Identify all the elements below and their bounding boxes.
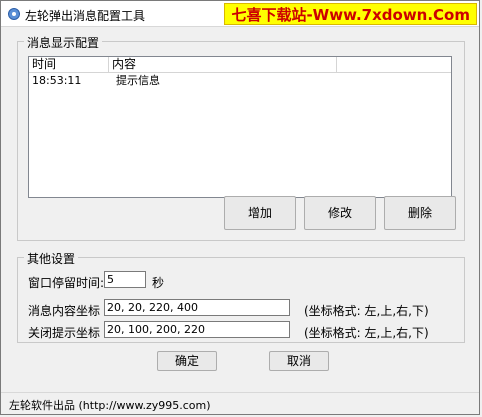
- edit-button[interactable]: 修改: [304, 196, 376, 230]
- status-text: 左轮软件出品 (http://www.zy995.com): [9, 399, 211, 412]
- dwell-time-input[interactable]: 5: [104, 271, 146, 288]
- other-settings-group-label: 其他设置: [24, 250, 79, 267]
- message-config-group-label: 消息显示配置: [24, 34, 103, 51]
- content-coord-hint: (坐标格式: 左,上,右,下): [304, 304, 429, 318]
- other-settings-group: 其他设置 窗口停留时间: 5 秒 消息内容坐标 20, 20, 220, 400…: [17, 250, 465, 343]
- close-coord-label: 关闭提示坐标: [28, 326, 101, 340]
- column-header-spacer: [337, 57, 451, 72]
- watermark-banner: 七喜下载站-Www.7xdown.Com: [224, 3, 477, 25]
- title-bar: 左轮弹出消息配置工具 七喜下载站-Www.7xdown.Com: [1, 1, 479, 27]
- close-coord-hint: (坐标格式: 左,上,右,下): [304, 326, 429, 340]
- dwell-time-unit: 秒: [152, 276, 165, 290]
- list-item-time: 18:53:11: [32, 74, 82, 87]
- ok-button[interactable]: 确定: [157, 351, 217, 371]
- add-button[interactable]: 增加: [224, 196, 296, 230]
- content-coord-label: 消息内容坐标: [28, 304, 101, 318]
- dwell-time-label: 窗口停留时间:: [28, 276, 105, 290]
- status-bar: 左轮软件出品 (http://www.zy995.com): [1, 392, 479, 414]
- delete-button[interactable]: 删除: [384, 196, 456, 230]
- column-header-content[interactable]: 内容: [109, 57, 337, 72]
- message-list[interactable]: 时间 内容 18:53:11 提示信息: [28, 56, 452, 198]
- message-config-group: 消息显示配置 时间 内容 18:53:11 提示信息 增加 修改 删除: [17, 34, 465, 241]
- cancel-button[interactable]: 取消: [269, 351, 329, 371]
- list-item[interactable]: 18:53:11 提示信息: [29, 73, 451, 88]
- app-gear-icon: [8, 8, 20, 20]
- window-title: 左轮弹出消息配置工具: [25, 9, 146, 23]
- column-header-time[interactable]: 时间: [29, 57, 109, 72]
- close-coord-input[interactable]: 20, 100, 200, 220: [104, 321, 290, 338]
- app-window: 左轮弹出消息配置工具 七喜下载站-Www.7xdown.Com 消息显示配置 时…: [0, 0, 480, 415]
- list-item-content: 提示信息: [116, 74, 160, 87]
- content-coord-input[interactable]: 20, 20, 220, 400: [104, 299, 290, 316]
- message-list-header: 时间 内容: [29, 57, 451, 73]
